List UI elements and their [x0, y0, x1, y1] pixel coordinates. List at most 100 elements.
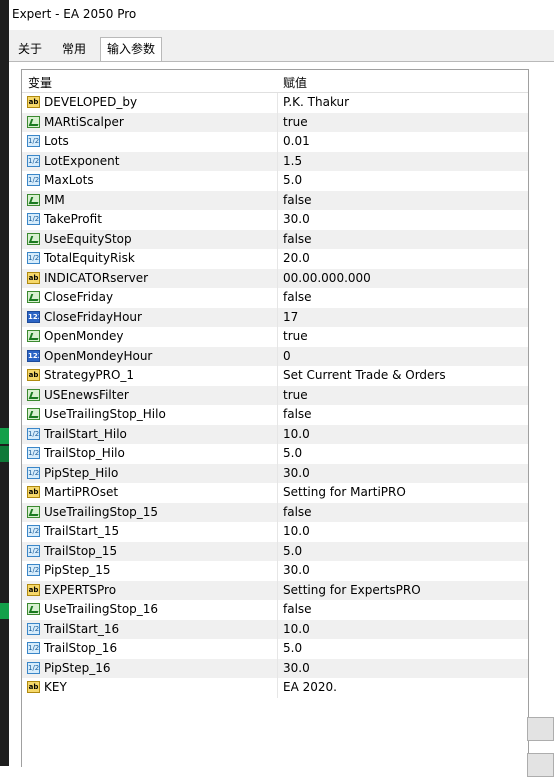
table-row[interactable]: USEnewsFilter true: [22, 385, 528, 405]
table-row[interactable]: 1/2 PipStep_16 30.0: [22, 658, 528, 678]
variable-name: LotExponent: [44, 153, 120, 168]
double-type-icon: 1/2: [27, 427, 40, 440]
variable-value[interactable]: EA 2020.: [283, 678, 337, 697]
table-row[interactable]: ab DEVELOPED_by P.K. Thakur: [22, 93, 528, 113]
table-row[interactable]: 1/2 Lots 0.01: [22, 132, 528, 152]
variable-value[interactable]: 20.0: [283, 249, 310, 268]
column-header-value[interactable]: 赋值: [283, 74, 307, 91]
table-row[interactable]: 1/2 PipStep_15 30.0: [22, 561, 528, 581]
variable-value[interactable]: 30.0: [283, 210, 310, 229]
variable-value[interactable]: 10.0: [283, 522, 310, 541]
variable-value[interactable]: 1.5: [283, 152, 302, 171]
table-row[interactable]: 1/2 TakeProfit 30.0: [22, 210, 528, 230]
double-type-icon: 1/2: [27, 661, 40, 674]
background-window-strip: [0, 0, 9, 766]
variable-value[interactable]: 5.0: [283, 542, 302, 561]
variable-value[interactable]: 5.0: [283, 639, 302, 658]
variable-name: UseEquityStop: [44, 231, 132, 246]
double-type-icon: 1/2: [27, 447, 40, 459]
column-divider: [277, 424, 278, 444]
table-row[interactable]: 1/2 TrailStart_Hilo 10.0: [22, 424, 528, 444]
inputs-table: 变量 赋值 ab DEVELOPED_by P.K. Thakur MARtiScal…: [21, 69, 529, 767]
table-row[interactable]: ab StrategyPRO_1 Set Current Trade & Order…: [22, 366, 528, 386]
column-divider: [277, 658, 278, 678]
table-row[interactable]: ab MartiPROset Setting for MartiPRO: [22, 483, 528, 503]
table-row[interactable]: 1/2 TrailStart_16 10.0: [22, 619, 528, 639]
column-divider: [277, 619, 278, 639]
variable-value[interactable]: true: [283, 113, 308, 132]
table-row[interactable]: ab INDICATORserver 00.00.000.000: [22, 268, 528, 288]
variable-value[interactable]: false: [283, 230, 312, 249]
variable-value[interactable]: Setting for ExpertsPRO: [283, 581, 421, 600]
column-divider: [277, 522, 278, 542]
variable-value[interactable]: Set Current Trade & Orders: [283, 366, 446, 385]
table-row[interactable]: UseTrailingStop_15 false: [22, 502, 528, 522]
table-row[interactable]: 1/2 LotExponent 1.5: [22, 151, 528, 171]
tab-common[interactable]: 常用: [56, 38, 92, 60]
table-row[interactable]: 123 CloseFridayHour 17: [22, 307, 528, 327]
column-divider: [277, 639, 278, 659]
variable-name: MartiPROset: [44, 485, 119, 499]
variable-value[interactable]: false: [283, 503, 312, 522]
table-row[interactable]: MARtiScalper true: [22, 112, 528, 132]
variable-value[interactable]: 17: [283, 308, 298, 327]
string-type-icon: ab: [27, 369, 40, 381]
variable-value[interactable]: 10.0: [283, 620, 310, 639]
table-row[interactable]: ab KEY EA 2020.: [22, 678, 528, 698]
table-row[interactable]: 1/2 PipStep_Hilo 30.0: [22, 463, 528, 483]
table-body: ab DEVELOPED_by P.K. Thakur MARtiScalper tru…: [22, 93, 528, 698]
column-header-variable[interactable]: 变量: [28, 74, 52, 91]
table-row[interactable]: 1/2 TotalEquityRisk 20.0: [22, 249, 528, 269]
column-divider: [277, 502, 278, 522]
side-button[interactable]: [527, 753, 554, 777]
table-row[interactable]: 1/2 TrailStart_15 10.0: [22, 522, 528, 542]
variable-value[interactable]: false: [283, 288, 312, 307]
variable-value[interactable]: 30.0: [283, 464, 310, 483]
tab-about[interactable]: 关于: [12, 38, 48, 60]
variable-value[interactable]: false: [283, 191, 312, 210]
variable-value[interactable]: false: [283, 405, 312, 424]
background-highlight: [0, 603, 9, 619]
table-row[interactable]: 1/2 TrailStop_15 5.0: [22, 541, 528, 561]
variable-value[interactable]: P.K. Thakur: [283, 93, 349, 112]
variable-value[interactable]: 5.0: [283, 171, 302, 190]
variable-value[interactable]: 0.01: [283, 132, 310, 151]
variable-name: TakeProfit: [44, 212, 102, 226]
variable-value[interactable]: 30.0: [283, 561, 310, 580]
variable-value[interactable]: 0: [283, 347, 291, 366]
table-row[interactable]: CloseFriday false: [22, 288, 528, 308]
side-button[interactable]: [527, 717, 554, 741]
table-row[interactable]: UseEquityStop false: [22, 229, 528, 249]
table-row[interactable]: ab EXPERTSPro Setting for ExpertsPRO: [22, 580, 528, 600]
table-row[interactable]: UseTrailingStop_16 false: [22, 600, 528, 620]
table-row[interactable]: 1/2 TrailStop_Hilo 5.0: [22, 444, 528, 464]
table-row[interactable]: UseTrailingStop_Hilo false: [22, 405, 528, 425]
variable-value[interactable]: 30.0: [283, 659, 310, 678]
table-row[interactable]: OpenMondey true: [22, 327, 528, 347]
table-row[interactable]: 1/2 TrailStop_16 5.0: [22, 639, 528, 659]
column-divider: [277, 249, 278, 269]
variable-value[interactable]: true: [283, 327, 308, 346]
variable-name: TrailStop_Hilo: [44, 446, 125, 460]
table-row[interactable]: MM false: [22, 190, 528, 210]
variable-value[interactable]: 00.00.000.000: [283, 269, 371, 288]
variable-value[interactable]: 5.0: [283, 444, 302, 463]
bool-type-icon: [27, 115, 40, 128]
variable-value[interactable]: true: [283, 386, 308, 405]
table-row[interactable]: 1/2 MaxLots 5.0: [22, 171, 528, 191]
bool-type-icon: [27, 408, 40, 420]
variable-name: TrailStart_Hilo: [44, 426, 127, 441]
variable-value[interactable]: false: [283, 600, 312, 619]
double-type-icon: 1/2: [27, 154, 40, 167]
bool-type-icon: [27, 388, 40, 401]
variable-value[interactable]: Setting for MartiPRO: [283, 483, 406, 502]
integer-type-icon: 123: [27, 349, 40, 362]
tab-inputs[interactable]: 输入参数: [100, 37, 163, 62]
variable-value[interactable]: 10.0: [283, 425, 310, 444]
column-divider: [277, 210, 278, 230]
variable-name: TrailStop_15: [44, 543, 118, 558]
variable-name: TrailStart_15: [44, 524, 120, 538]
column-divider: [277, 541, 278, 561]
column-divider: [277, 171, 278, 191]
table-row[interactable]: 123 OpenMondeyHour 0: [22, 346, 528, 366]
